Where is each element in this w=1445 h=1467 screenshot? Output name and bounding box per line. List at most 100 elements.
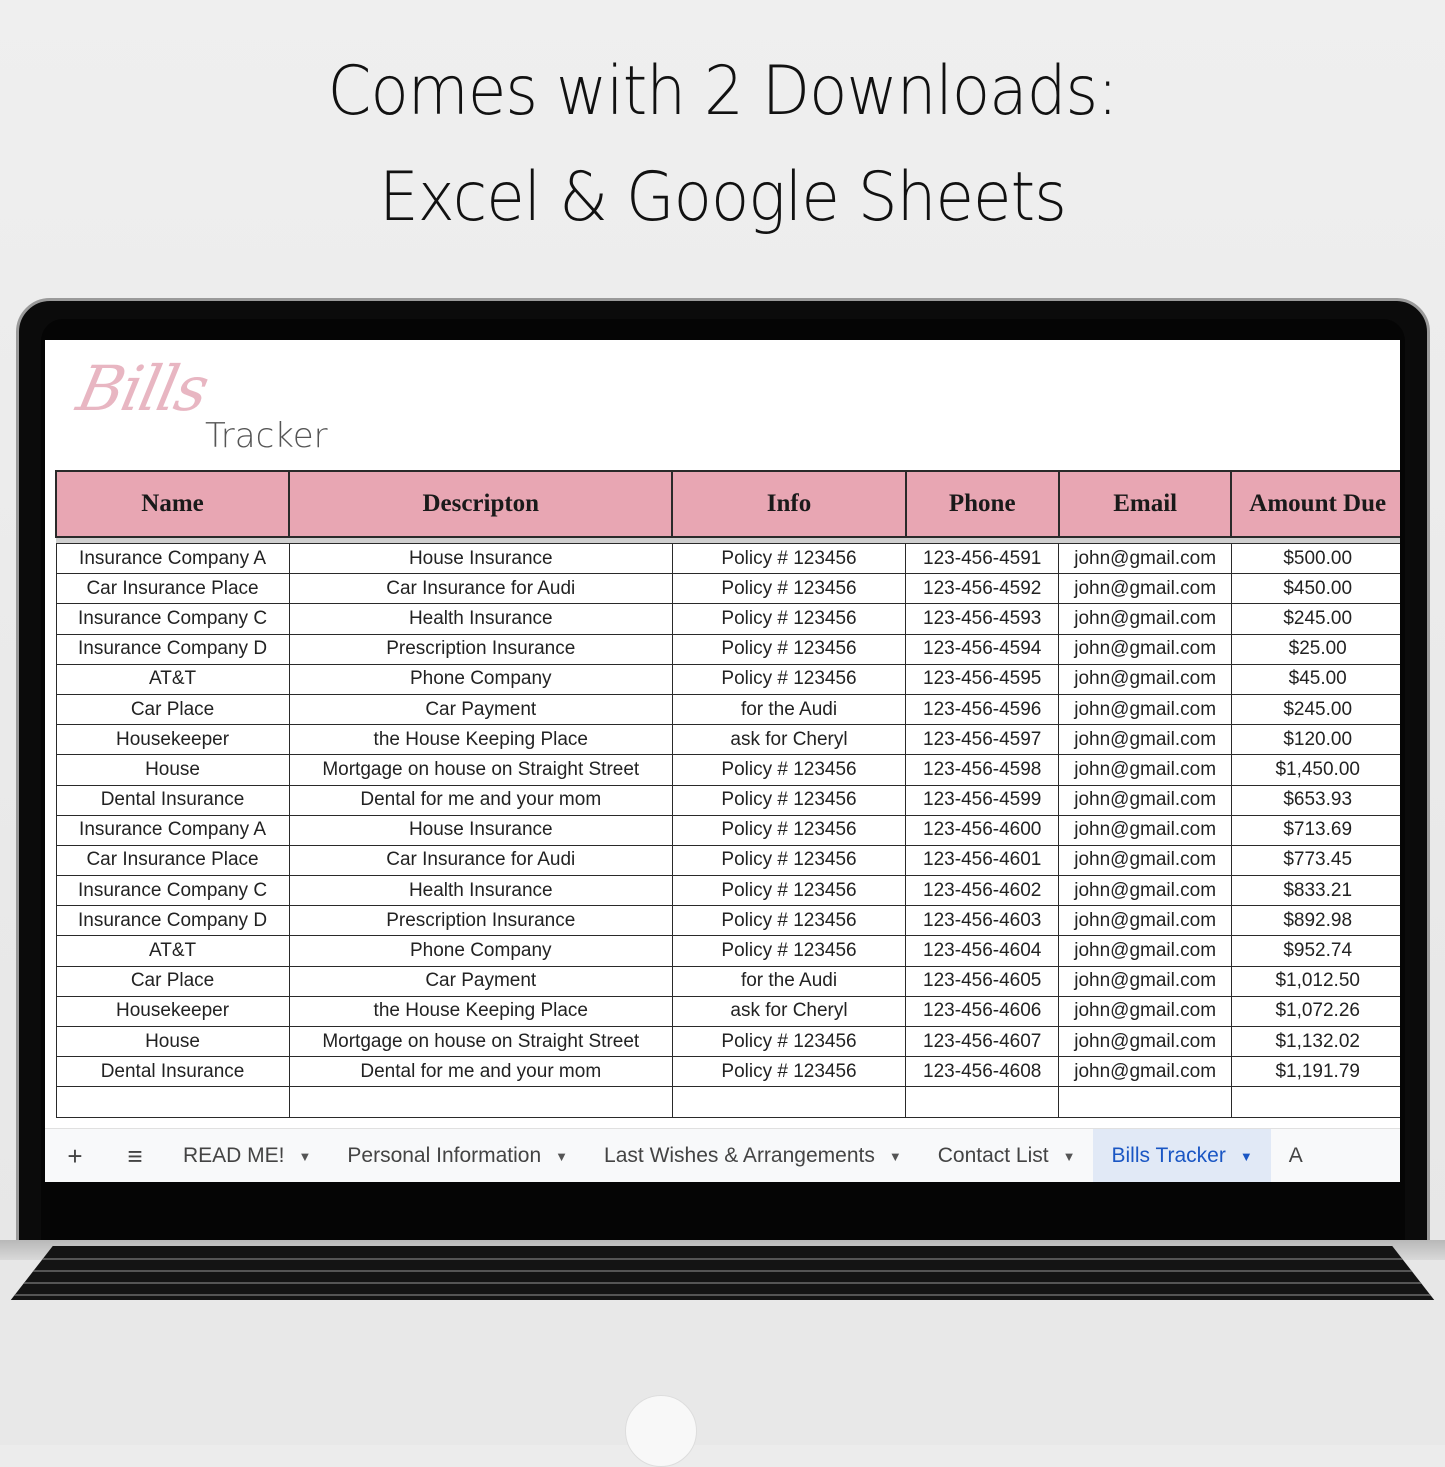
cell-empty[interactable] — [905, 1086, 1060, 1118]
sheet-tab-contact-list[interactable]: Contact List ▼ — [920, 1129, 1094, 1182]
cell-name[interactable]: House — [55, 1025, 290, 1058]
cell-name[interactable]: Insurance Company A — [55, 814, 290, 846]
cell-amount-due[interactable]: $1,450.00 — [1230, 754, 1400, 786]
cell-name[interactable]: Car Insurance Place — [55, 844, 290, 877]
cell-name[interactable]: Housekeeper — [55, 995, 290, 1028]
chevron-down-icon[interactable]: ▼ — [299, 1149, 312, 1164]
cell-email[interactable]: john@gmail.com — [1058, 724, 1232, 756]
cell-amount-due[interactable]: $120.00 — [1230, 724, 1400, 756]
cell-empty[interactable] — [671, 1086, 907, 1118]
cell-description[interactable]: Car Insurance for Audi — [288, 573, 673, 605]
sheet-tab-last-wishes-arrangements[interactable]: Last Wishes & Arrangements ▼ — [586, 1129, 920, 1182]
cell-name[interactable]: Car Place — [55, 965, 290, 997]
cell-email[interactable]: john@gmail.com — [1058, 542, 1232, 575]
cell-amount-due[interactable]: $1,072.26 — [1230, 995, 1400, 1028]
cell-description[interactable]: Prescription Insurance — [288, 905, 673, 937]
cell-name[interactable]: Insurance Company A — [55, 542, 290, 575]
cell-info[interactable]: Policy # 123456 — [671, 754, 907, 786]
cell-email[interactable]: john@gmail.com — [1058, 754, 1232, 786]
cell-amount-due[interactable]: $25.00 — [1230, 633, 1400, 665]
chevron-down-icon[interactable]: ▼ — [889, 1149, 902, 1164]
all-sheets-button[interactable]: ≡ — [105, 1129, 165, 1182]
cell-info[interactable]: Policy # 123456 — [671, 1056, 907, 1088]
cell-description[interactable]: Dental for me and your mom — [288, 1056, 673, 1088]
cell-empty[interactable] — [1230, 1086, 1400, 1118]
cell-name[interactable]: Dental Insurance — [55, 784, 290, 816]
cell-description[interactable]: House Insurance — [288, 542, 673, 575]
column-header-amount-due[interactable]: Amount Due — [1230, 470, 1400, 538]
cell-phone[interactable]: 123-456-4598 — [905, 754, 1060, 786]
column-header-name[interactable]: Name — [54, 470, 291, 538]
cell-info[interactable]: Policy # 123456 — [671, 573, 907, 605]
sheet-tab-a[interactable]: A — [1271, 1129, 1321, 1182]
cell-name[interactable]: Insurance Company D — [55, 633, 290, 665]
cell-email[interactable]: john@gmail.com — [1058, 633, 1232, 665]
cell-email[interactable]: john@gmail.com — [1058, 844, 1232, 877]
cell-amount-due[interactable]: $653.93 — [1230, 784, 1400, 816]
cell-info[interactable]: Policy # 123456 — [671, 905, 907, 937]
cell-description[interactable]: Phone Company — [288, 663, 673, 695]
cell-email[interactable]: john@gmail.com — [1058, 663, 1232, 695]
cell-name[interactable]: Insurance Company D — [55, 905, 290, 937]
sheet-tab-personal-information[interactable]: Personal Information ▼ — [329, 1129, 586, 1182]
cell-info[interactable]: ask for Cheryl — [671, 724, 907, 756]
cell-email[interactable]: john@gmail.com — [1058, 1056, 1232, 1088]
cell-description[interactable]: House Insurance — [288, 814, 673, 846]
cell-phone[interactable]: 123-456-4591 — [905, 542, 1060, 575]
column-header-email[interactable]: Email — [1057, 470, 1233, 538]
cell-amount-due[interactable]: $892.98 — [1230, 905, 1400, 937]
cell-name[interactable]: AT&T — [55, 663, 290, 695]
chevron-down-icon[interactable]: ▼ — [555, 1149, 568, 1164]
cell-description[interactable]: Car Payment — [288, 693, 673, 726]
cell-info[interactable]: for the Audi — [671, 693, 907, 726]
cell-info[interactable]: Policy # 123456 — [671, 814, 907, 846]
cell-phone[interactable]: 123-456-4596 — [905, 693, 1060, 726]
cell-phone[interactable]: 123-456-4606 — [905, 995, 1060, 1028]
cell-name[interactable]: Car Place — [55, 693, 290, 726]
cell-email[interactable]: john@gmail.com — [1058, 784, 1232, 816]
cell-name[interactable]: AT&T — [55, 935, 290, 967]
cell-amount-due[interactable]: $450.00 — [1230, 573, 1400, 605]
cell-info[interactable]: Policy # 123456 — [671, 633, 907, 665]
cell-amount-due[interactable]: $713.69 — [1230, 814, 1400, 846]
cell-email[interactable]: john@gmail.com — [1058, 995, 1232, 1028]
cell-empty[interactable] — [55, 1086, 290, 1118]
cell-name[interactable]: Insurance Company C — [55, 875, 290, 907]
cell-amount-due[interactable]: $1,132.02 — [1230, 1025, 1400, 1058]
cell-email[interactable]: john@gmail.com — [1058, 603, 1232, 635]
cell-description[interactable]: Health Insurance — [288, 875, 673, 907]
cell-phone[interactable]: 123-456-4608 — [905, 1056, 1060, 1088]
column-header-info[interactable]: Info — [671, 470, 907, 538]
cell-email[interactable]: john@gmail.com — [1058, 573, 1232, 605]
chevron-down-icon[interactable]: ▼ — [1063, 1149, 1076, 1164]
cell-phone[interactable]: 123-456-4600 — [905, 814, 1060, 846]
cell-description[interactable]: Car Payment — [288, 965, 673, 997]
cell-phone[interactable]: 123-456-4602 — [905, 875, 1060, 907]
cell-info[interactable]: Policy # 123456 — [671, 875, 907, 907]
cell-description[interactable]: the House Keeping Place — [288, 995, 673, 1028]
cell-email[interactable]: john@gmail.com — [1058, 875, 1232, 907]
cell-name[interactable]: Housekeeper — [55, 724, 290, 756]
cell-description[interactable]: Mortgage on house on Straight Street — [288, 754, 673, 786]
cell-phone[interactable]: 123-456-4605 — [905, 965, 1060, 997]
cell-name[interactable]: Insurance Company C — [55, 603, 290, 635]
cell-amount-due[interactable]: $952.74 — [1230, 935, 1400, 967]
cell-email[interactable]: john@gmail.com — [1058, 693, 1232, 726]
cell-description[interactable]: Phone Company — [288, 935, 673, 967]
column-header-phone[interactable]: Phone — [904, 470, 1060, 538]
cell-amount-due[interactable]: $833.21 — [1230, 875, 1400, 907]
cell-description[interactable]: the House Keeping Place — [288, 724, 673, 756]
cell-info[interactable]: for the Audi — [671, 965, 907, 997]
cell-phone[interactable]: 123-456-4592 — [905, 573, 1060, 605]
add-sheet-button[interactable]: + — [45, 1129, 105, 1182]
cell-info[interactable]: Policy # 123456 — [671, 603, 907, 635]
cell-amount-due[interactable]: $1,012.50 — [1230, 965, 1400, 997]
cell-amount-due[interactable]: $500.00 — [1230, 542, 1400, 575]
cell-amount-due[interactable]: $245.00 — [1230, 603, 1400, 635]
cell-description[interactable]: Mortgage on house on Straight Street — [288, 1025, 673, 1058]
cell-phone[interactable]: 123-456-4607 — [905, 1025, 1060, 1058]
cell-info[interactable]: ask for Cheryl — [671, 995, 907, 1028]
cell-amount-due[interactable]: $1,191.79 — [1230, 1056, 1400, 1088]
cell-phone[interactable]: 123-456-4593 — [905, 603, 1060, 635]
cell-amount-due[interactable]: $773.45 — [1230, 844, 1400, 877]
